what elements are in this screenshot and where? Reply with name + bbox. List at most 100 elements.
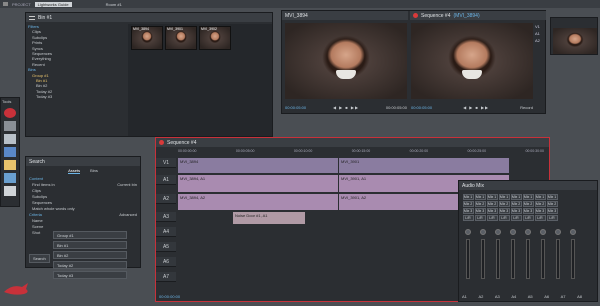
mix-row: Mix 1 Mix 1 Mix 1 Mix 1 Mix 1 Mix 1 Mix 1 Mix 1 xyxy=(462,193,582,200)
track-label-a4[interactable]: A4 xyxy=(156,227,176,237)
volume-fader[interactable] xyxy=(541,239,545,279)
tree-item[interactable]: Today #3 xyxy=(28,94,120,99)
bins-list-item[interactable]: Bin #1 xyxy=(53,241,127,249)
thumb-clip[interactable]: MVI_3894 xyxy=(131,26,163,50)
mix-cell[interactable]: Mix 2 xyxy=(498,200,510,207)
mix-cell[interactable]: L/R xyxy=(498,214,510,221)
track-label-a7[interactable]: A7 xyxy=(156,272,176,282)
mix-cell[interactable]: Mix 3 xyxy=(546,207,558,214)
pan-knob[interactable] xyxy=(570,229,576,235)
project-name[interactable]: Lightworks Guide xyxy=(34,1,72,7)
bins-list-item[interactable]: Bin #2 xyxy=(53,251,127,259)
room-tab[interactable]: Room #1 xyxy=(106,2,122,7)
clip-a1a[interactable]: MVI_3894, A1 xyxy=(178,175,338,192)
tool-icon[interactable] xyxy=(4,186,16,196)
transport-icons[interactable]: ◀ ▶ ■ ▶▶ xyxy=(333,105,359,110)
volume-fader[interactable] xyxy=(496,239,500,279)
mix-cell[interactable]: Mix 3 xyxy=(498,207,510,214)
volume-fader[interactable] xyxy=(511,239,515,279)
clip-v1a[interactable]: MVI_3894 xyxy=(178,158,338,173)
mix-cell[interactable]: Mix 2 xyxy=(522,200,534,207)
tool-icon[interactable] xyxy=(4,173,16,183)
pan-knob[interactable] xyxy=(510,229,516,235)
mix-cell[interactable]: Mix 2 xyxy=(510,200,522,207)
volume-fader[interactable] xyxy=(466,239,470,279)
mix-cell[interactable]: L/R xyxy=(510,214,522,221)
tool-icon[interactable] xyxy=(4,147,16,157)
mix-cell[interactable]: Mix 1 xyxy=(474,193,486,200)
track-label-v1[interactable]: V1 xyxy=(156,158,176,168)
pan-knob[interactable] xyxy=(465,229,471,235)
mix-cell[interactable]: Mix 3 xyxy=(462,207,474,214)
tab-assets[interactable]: Assets xyxy=(68,168,81,174)
mix-cell[interactable]: Mix 2 xyxy=(474,200,486,207)
volume-fader[interactable] xyxy=(571,239,575,279)
scope-select[interactable]: Current bin xyxy=(117,182,137,188)
advanced-link[interactable]: Advanced xyxy=(119,212,137,218)
tool-icon[interactable] xyxy=(4,160,16,170)
mix-cell[interactable]: Mix 1 xyxy=(522,193,534,200)
mix-cell[interactable]: L/R xyxy=(486,214,498,221)
mix-cell[interactable]: Mix 1 xyxy=(546,193,558,200)
tab-bins[interactable]: Bins xyxy=(90,168,98,174)
source-video[interactable] xyxy=(285,23,407,99)
pan-knob[interactable] xyxy=(540,229,546,235)
mix-cell[interactable]: L/R xyxy=(522,214,534,221)
bins-list-item[interactable]: Group #1 xyxy=(53,231,127,239)
bin-content: MVI_3894 MVI_3901 MVI_3902 xyxy=(128,24,272,136)
clip-a2a[interactable]: MVI_3894, A2 xyxy=(178,194,338,210)
mix-cell[interactable]: L/R xyxy=(534,214,546,221)
mix-cell[interactable]: Mix 2 xyxy=(462,200,474,207)
clip-a3[interactable]: Noise Door #1, A1 xyxy=(233,212,305,224)
mix-cell[interactable]: Mix 3 xyxy=(474,207,486,214)
transport-icons[interactable]: ◀ ▶ ■ ▶▶ xyxy=(463,105,489,110)
tool-icon[interactable] xyxy=(4,121,16,131)
volume-fader[interactable] xyxy=(556,239,560,279)
record-button[interactable]: Record xyxy=(520,105,533,110)
track-label-a2[interactable]: A2 xyxy=(156,194,176,204)
timeline-ruler[interactable]: 00:00:00:00 00:00:05:00 00:00:10:00 00:00:… xyxy=(178,149,544,155)
mix-cell[interactable]: Mix 3 xyxy=(486,207,498,214)
record-video[interactable] xyxy=(411,23,533,99)
side-track-a1[interactable]: A1 xyxy=(535,30,545,37)
mix-cell[interactable]: L/R xyxy=(474,214,486,221)
thumb-clip[interactable]: MVI_3901 xyxy=(165,26,197,50)
mix-cell[interactable]: Mix 2 xyxy=(534,200,546,207)
mix-cell[interactable]: Mix 3 xyxy=(522,207,534,214)
mix-cell[interactable]: Mix 3 xyxy=(534,207,546,214)
mix-cell[interactable]: Mix 2 xyxy=(546,200,558,207)
track-label-a3[interactable]: A3 xyxy=(156,212,176,222)
volume-fader[interactable] xyxy=(526,239,530,279)
volume-fader[interactable] xyxy=(481,239,485,279)
mix-cell[interactable]: L/R xyxy=(546,214,558,221)
track-label-a6[interactable]: A6 xyxy=(156,257,176,267)
project-icon[interactable] xyxy=(3,2,8,6)
tool-icon[interactable] xyxy=(4,108,16,118)
pan-knob[interactable] xyxy=(480,229,486,235)
pan-knob[interactable] xyxy=(555,229,561,235)
mix-cell[interactable]: Mix 2 xyxy=(486,200,498,207)
tool-icon[interactable] xyxy=(4,134,16,144)
pan-knob[interactable] xyxy=(495,229,501,235)
side-track-v1[interactable]: V1 xyxy=(535,23,545,30)
mix-cell[interactable]: Mix 1 xyxy=(534,193,546,200)
source-titlebar: MVI_3894 xyxy=(282,11,408,20)
mix-cell[interactable]: Mix 3 xyxy=(510,207,522,214)
track-label-a1[interactable]: A1 xyxy=(156,175,176,185)
mix-cell[interactable]: Mix 1 xyxy=(462,193,474,200)
mix-cell[interactable]: Mix 1 xyxy=(498,193,510,200)
pan-knob[interactable] xyxy=(525,229,531,235)
clip-v1b[interactable]: MVI_3901 xyxy=(339,158,509,173)
mix-cell[interactable]: Mix 1 xyxy=(510,193,522,200)
record-tc: 00:00:05:00 xyxy=(411,104,433,110)
side-track-a2[interactable]: A2 xyxy=(535,37,545,44)
bins-list-item[interactable]: Today #3 xyxy=(53,271,127,279)
menu-icon[interactable] xyxy=(29,15,35,20)
mix-cell[interactable]: L/R xyxy=(462,214,474,221)
thumb-clip[interactable]: MVI_3902 xyxy=(199,26,231,50)
search-button[interactable]: Search xyxy=(29,254,50,263)
track-label-a5[interactable]: A5 xyxy=(156,242,176,252)
mini-preview-video[interactable] xyxy=(553,28,597,54)
mix-cell[interactable]: Mix 1 xyxy=(486,193,498,200)
bins-list-item[interactable]: Today #2 xyxy=(53,261,127,269)
